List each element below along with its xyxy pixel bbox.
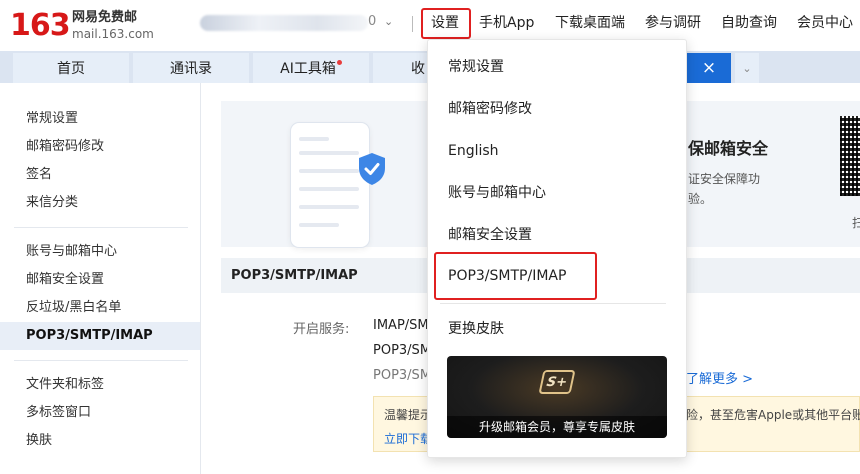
phone-row — [299, 187, 359, 191]
sidebar-item-password[interactable]: 邮箱密码修改 — [0, 133, 200, 161]
section-title: POP3/SMTP/IMAP — [231, 268, 358, 283]
close-icon[interactable]: × — [702, 58, 716, 78]
sidebar-item-general[interactable]: 常规设置 — [0, 105, 200, 133]
tab-inbox[interactable]: 收 — [373, 53, 427, 83]
service-pop3-smtp: POP3/SM — [373, 343, 432, 358]
nav-survey[interactable]: 参与调研 — [645, 13, 701, 33]
nav-self-service[interactable]: 自助查询 — [721, 13, 777, 33]
sidebar-item-pop3-smtp-imap[interactable]: POP3/SMTP/IMAP — [0, 322, 200, 350]
banner-subtitle-line2: 验。 — [688, 192, 713, 206]
nav-download-desktop[interactable]: 下载桌面端 — [555, 13, 625, 33]
tab-more-chevron-icon[interactable]: ⌄ — [735, 53, 759, 83]
learn-more-link[interactable]: 了解更多 > — [686, 368, 753, 387]
phone-row — [299, 205, 359, 209]
menu-item-password[interactable]: 邮箱密码修改 — [448, 99, 532, 119]
tab-settings-active[interactable]: × — [687, 53, 731, 83]
settings-highlight-box — [421, 8, 471, 39]
download-now-link[interactable]: 立即下载 — [384, 430, 432, 447]
account-name-tail[interactable]: 0 — [368, 14, 376, 29]
sidebar-item-account-center[interactable]: 账号与邮箱中心 — [0, 238, 200, 266]
header-divider — [412, 16, 413, 32]
tab-home-label: 首页 — [57, 61, 85, 77]
chevron-down-icon[interactable]: ⌄ — [384, 15, 393, 28]
enable-service-label: 开启服务: — [293, 322, 350, 337]
phone-row — [299, 137, 329, 141]
nav-mobile-app[interactable]: 手机App — [479, 13, 534, 33]
tab-contacts[interactable]: 通讯录 — [133, 53, 249, 83]
account-name-blurred[interactable] — [200, 15, 368, 31]
service-imap-smtp: IMAP/SM — [373, 318, 429, 333]
logo-163[interactable]: 163 — [10, 8, 71, 44]
tab-ai-tools[interactable]: AI工具箱 — [253, 53, 369, 83]
svip-logo: S+ — [538, 370, 576, 394]
service-pop3-smtp-note: POP3/SM — [373, 368, 432, 383]
sidebar-item-multi-tab[interactable]: 多标签窗口 — [0, 399, 200, 427]
qr-caption: 扫 — [852, 216, 860, 230]
tip-text: 温馨提示 — [384, 408, 433, 422]
tab-inbox-label: 收 — [411, 61, 425, 77]
shield-check-icon — [359, 153, 385, 185]
skin-promo-caption: 升级邮箱会员，尊享专属皮肤 — [447, 416, 667, 438]
logo-url: mail.163.com — [72, 27, 154, 41]
sidebar-item-antispam[interactable]: 反垃圾/黑白名单 — [0, 294, 200, 322]
tip-text-continued: 险，甚至危害Apple或其他平台账 — [686, 408, 860, 422]
sidebar-item-folders-labels[interactable]: 文件夹和标签 — [0, 371, 200, 399]
menu-item-general-settings[interactable]: 常规设置 — [448, 57, 504, 77]
logo-name: 网易免费邮 — [72, 10, 138, 25]
tab-home[interactable]: 首页 — [13, 53, 129, 83]
phone-row — [299, 169, 359, 173]
new-badge-dot — [336, 59, 342, 65]
qr-code-icon — [840, 116, 860, 196]
menu-divider — [440, 303, 666, 304]
pop3-highlight-box — [434, 252, 597, 300]
sidebar-divider — [14, 360, 188, 361]
phone-row — [299, 223, 339, 227]
nav-member-center[interactable]: 会员中心 — [797, 13, 853, 33]
banner-title: 保邮箱安全 — [688, 139, 769, 158]
menu-item-account-center[interactable]: 账号与邮箱中心 — [448, 183, 546, 203]
menu-item-english[interactable]: English — [448, 141, 499, 161]
sidebar-item-mail-rules[interactable]: 来信分类 — [0, 189, 200, 217]
menu-item-change-skin[interactable]: 更换皮肤 — [448, 319, 504, 339]
menu-item-security[interactable]: 邮箱安全设置 — [448, 225, 532, 245]
phone-row — [299, 151, 359, 155]
sidebar-divider — [14, 227, 188, 228]
sidebar-item-skin[interactable]: 换肤 — [0, 427, 200, 455]
tab-contacts-label: 通讯录 — [170, 61, 212, 77]
sidebar-item-signature[interactable]: 签名 — [0, 161, 200, 189]
sidebar-item-security[interactable]: 邮箱安全设置 — [0, 266, 200, 294]
banner-subtitle-line1: 证安全保障功 — [688, 172, 761, 186]
tab-ai-tools-label: AI工具箱 — [280, 61, 336, 77]
